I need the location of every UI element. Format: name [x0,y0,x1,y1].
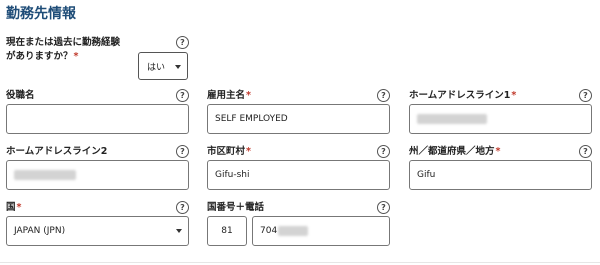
experience-label: 現在または過去に勤務経験 がありますか？* [6,36,120,64]
help-circle-icon[interactable]: ? [176,201,189,214]
experience-label-line1: 現在または過去に勤務経験 [6,37,121,48]
experience-label-line2-wrap: がありますか？* [6,50,120,64]
job-title-input[interactable] [6,104,189,134]
experience-label-line2: がありますか？ [6,51,73,62]
redacted-value [14,169,76,180]
phone-number-input[interactable]: 704 [252,216,390,246]
state-label: 州／都道府県／地方* [409,146,501,157]
address-line2-input[interactable] [6,160,189,190]
experience-field: 現在または過去に勤務経験 がありますか？* ? はい [6,36,189,84]
help-circle-icon[interactable]: ? [377,201,390,214]
divider [0,262,600,263]
address-line1-field: ホームアドレスライン1* ? [409,89,592,135]
job-title-label: 役職名 [6,90,35,101]
country-field: 国* ? JAPAN (JPN) [6,201,189,247]
phone-number-prefix: 704 [260,226,278,236]
address-line1-input[interactable] [409,104,592,134]
phone-country-code-input[interactable]: 81 [207,216,247,246]
required-mark: * [73,51,79,62]
help-circle-icon[interactable]: ? [176,89,189,102]
chevron-down-icon [175,65,181,69]
help-circle-icon[interactable]: ? [377,89,390,102]
phone-label: 国番号＋電話 [207,202,265,213]
country-select-value: JAPAN (JPN) [14,226,66,236]
city-input[interactable]: Gifu-shi [207,160,390,190]
experience-select[interactable]: はい [138,52,188,80]
chevron-down-icon [176,229,182,233]
help-circle-icon[interactable]: ? [176,36,189,49]
address-line2-field: ホームアドレスライン2 ? [6,145,189,191]
country-select[interactable]: JAPAN (JPN) [6,216,189,246]
employer-name-field: 雇用主名* ? SELF EMPLOYED [207,89,390,135]
redacted-value [278,225,309,236]
help-circle-icon[interactable]: ? [579,89,592,102]
city-label: 市区町村* [207,146,251,157]
help-circle-icon[interactable]: ? [176,145,189,158]
help-circle-icon[interactable]: ? [579,145,592,158]
city-field: 市区町村* ? Gifu-shi [207,145,390,191]
employer-name-label: 雇用主名* [207,90,251,101]
address-line2-label: ホームアドレスライン2 [6,146,108,157]
address-line1-label: ホームアドレスライン1* [409,90,517,101]
section-title: 勤務先情報 [6,6,76,22]
phone-field: 国番号＋電話 ? 81 704 [207,201,390,247]
state-field: 州／都道府県／地方* ? Gifu [409,145,592,191]
job-title-field: 役職名 ? [6,89,189,135]
help-circle-icon[interactable]: ? [377,145,390,158]
employer-name-input[interactable]: SELF EMPLOYED [207,104,390,134]
state-input[interactable]: Gifu [409,160,592,190]
experience-select-value: はい [147,63,166,73]
redacted-value [417,113,487,124]
country-label: 国* [6,202,22,213]
